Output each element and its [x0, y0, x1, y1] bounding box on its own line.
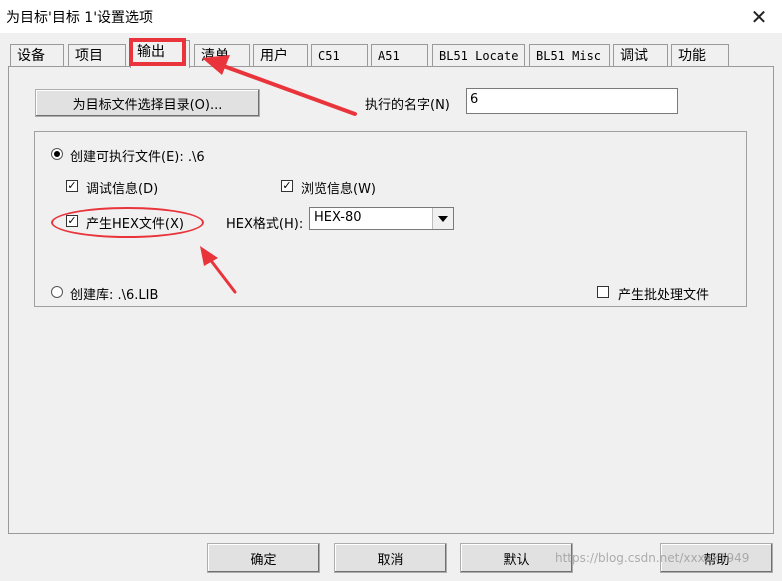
tab-a51[interactable]: A51	[371, 44, 428, 66]
tab-bl51-misc[interactable]: BL51 Misc	[529, 44, 610, 66]
create-exe-radio[interactable]	[51, 148, 63, 160]
window-title: 为目标'目标 1'设置选项	[6, 10, 154, 26]
button-label: 取消	[377, 552, 404, 568]
tab-label: C51	[318, 49, 340, 63]
batch-file-label: 产生批处理文件	[618, 288, 710, 303]
ok-button[interactable]: 确定	[207, 543, 320, 573]
exe-name-input[interactable]: 6	[466, 88, 678, 114]
chevron-down-icon	[438, 215, 448, 222]
title-bar: 为目标'目标 1'设置选项 ✕	[0, 0, 782, 33]
close-icon: ✕	[750, 4, 768, 29]
tab-label: 清单	[201, 48, 229, 64]
tab-label: A51	[378, 49, 400, 63]
close-button[interactable]: ✕	[736, 0, 782, 33]
exe-name-label: 执行的名字(N)	[365, 98, 450, 113]
tab-device[interactable]: 设备	[10, 44, 64, 66]
watermark: https://blog.csdn.net/xxxxx1949	[555, 551, 750, 565]
button-label: 默认	[503, 552, 530, 568]
hex-format-select[interactable]: HEX-80	[309, 207, 454, 230]
tab-c51[interactable]: C51	[311, 44, 368, 66]
debug-info-label: 调试信息(D)	[86, 182, 159, 197]
create-lib-label: 创建库: .\6.LIB	[70, 288, 159, 303]
tab-label: BL51 Locate	[439, 49, 519, 63]
tab-debug[interactable]: 调试	[613, 44, 668, 66]
hex-highlight-oval	[51, 207, 204, 238]
button-label: 为目标文件选择目录(O)...	[72, 97, 223, 113]
tab-label: 功能	[678, 48, 706, 64]
tab-label: 项目	[75, 48, 103, 64]
button-label: 确定	[250, 552, 277, 568]
checkmark-icon: ✓	[67, 179, 77, 192]
dropdown-arrow[interactable]	[432, 208, 453, 229]
debug-info-checkbox[interactable]: ✓	[66, 180, 78, 192]
hex-format-value: HEX-80	[314, 210, 362, 225]
tab-bl51-locate[interactable]: BL51 Locate	[432, 44, 525, 66]
tab-label: BL51 Misc	[536, 49, 602, 63]
checkmark-icon: ✓	[282, 179, 292, 192]
tab-label: 调试	[620, 48, 648, 64]
create-lib-radio[interactable]	[51, 286, 63, 298]
tab-label: 用户	[260, 48, 288, 64]
tab-listing[interactable]: 清单	[194, 44, 250, 66]
create-exe-label: 创建可执行文件(E): .\6	[70, 150, 205, 165]
select-output-dir-button[interactable]: 为目标文件选择目录(O)...	[35, 89, 260, 117]
browse-info-checkbox[interactable]: ✓	[281, 180, 293, 192]
tab-features[interactable]: 功能	[671, 44, 729, 66]
tab-user[interactable]: 用户	[253, 44, 308, 66]
tab-project[interactable]: 项目	[68, 44, 126, 66]
browse-info-label: 浏览信息(W)	[301, 182, 376, 197]
cancel-button[interactable]: 取消	[334, 543, 447, 573]
radio-dot	[54, 151, 60, 157]
tab-highlight-box	[129, 38, 186, 66]
tab-label: 设备	[17, 48, 45, 64]
hex-format-label: HEX格式(H):	[226, 217, 304, 232]
tab-strip: 设备 项目 输出 清单 用户 C51 A51 BL51 Locate BL51 …	[8, 40, 774, 68]
batch-file-checkbox[interactable]	[597, 286, 609, 298]
